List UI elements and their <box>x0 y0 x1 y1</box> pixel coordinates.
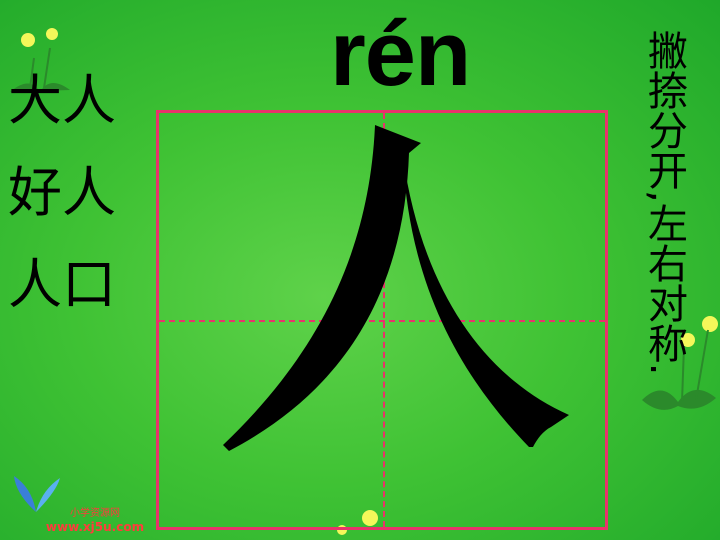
character-glyph <box>223 125 569 451</box>
example-word: 好人 <box>8 161 116 224</box>
example-words: 大人 好人 人口 <box>8 72 138 348</box>
example-word: 大人 <box>8 69 116 132</box>
leaf-logo-icon <box>14 476 60 512</box>
stroke-tip-text: 撇捺分开,左右对称. <box>641 30 687 376</box>
pinyin-label: rén <box>330 3 471 105</box>
site-url: www.xj5u.com <box>45 520 145 534</box>
writing-grid <box>156 110 608 530</box>
site-logo: 小学资源网 www.xj5u.com <box>14 476 160 538</box>
example-word: 人口 <box>8 253 116 316</box>
